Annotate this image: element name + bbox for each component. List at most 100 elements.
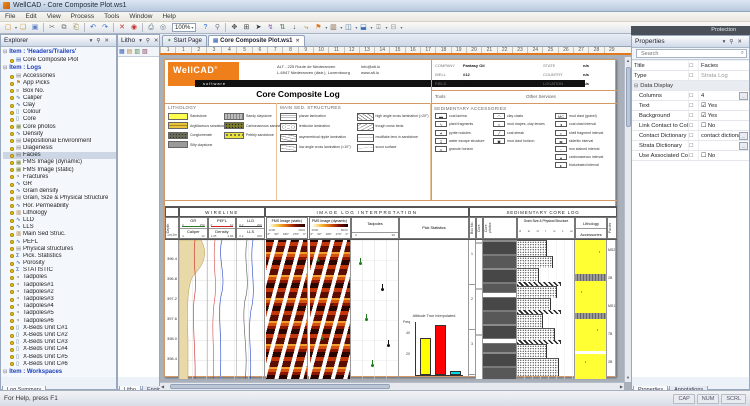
sidebar-item-lithology[interactable]: ▥ Lithology bbox=[3, 210, 116, 217]
sidebar-item-tadpoles-3[interactable]: ◔ Tadpoles#3 bbox=[3, 296, 116, 303]
menu-help[interactable]: Help bbox=[157, 13, 180, 20]
sidebar-item-grain-size-physical-structure[interactable]: ▤ Grain, Size & Physical Structure bbox=[3, 195, 116, 202]
property-value[interactable]: ☐ No bbox=[698, 121, 749, 130]
sidebar-item-lls[interactable]: ∿ LLS bbox=[3, 224, 116, 231]
visibility-bulb-icon[interactable] bbox=[10, 81, 14, 86]
toolbar-dropdown-icon[interactable]: ▾ bbox=[400, 25, 402, 30]
toolbar-icon-30[interactable]: ⬓ bbox=[358, 23, 368, 33]
visibility-bulb-icon[interactable] bbox=[10, 161, 14, 166]
zoom-dropdown-icon[interactable]: ▾ bbox=[191, 25, 193, 30]
search-box[interactable]: ⌕ bbox=[636, 49, 747, 58]
toolbar-icon-24[interactable]: ⇅ bbox=[277, 23, 287, 33]
litho-btn-1[interactable]: ⚲ bbox=[144, 38, 152, 44]
property-checkbox[interactable]: ☐ bbox=[688, 101, 698, 110]
ellipsis-button[interactable]: ... bbox=[739, 132, 748, 140]
visibility-bulb-icon[interactable] bbox=[10, 110, 14, 115]
property-value[interactable] bbox=[698, 141, 739, 150]
checked-checkbox-icon[interactable]: ☑ bbox=[701, 103, 708, 109]
toolbar-dropdown-icon[interactable]: ▾ bbox=[325, 25, 327, 30]
sidebar-item-fms-image-static[interactable]: ▦ FMS Image (static) bbox=[3, 167, 116, 174]
sidebar-item-tadpoles-6[interactable]: ◔ Tadpoles#6 bbox=[3, 318, 116, 325]
toolbar-icon-21[interactable]: ⊞ bbox=[241, 23, 251, 33]
property-checkbox[interactable]: ☐ bbox=[688, 91, 698, 100]
toolbar-icon-27[interactable]: ⚑ bbox=[313, 23, 323, 33]
toolbar-icon-4[interactable]: ✂ bbox=[47, 23, 57, 33]
sidebar-item-x-beds-unit-c-2[interactable]: ▯ X-Beds Unit C#2 bbox=[3, 332, 116, 339]
properties-header-buttons[interactable]: ▾ ⚲ ✕ bbox=[719, 39, 746, 45]
toolbar-icon-11[interactable]: ✕ bbox=[117, 23, 127, 33]
toolbar-dropdown-icon[interactable]: ▾ bbox=[15, 25, 17, 30]
property-checkbox[interactable]: ☐ bbox=[688, 111, 698, 120]
sidebar-item-fractures[interactable]: ◔ Fractures bbox=[3, 174, 116, 181]
explorer-btn-2[interactable]: ✕ bbox=[102, 38, 111, 44]
toolbar-icon-26[interactable]: ⤷ bbox=[301, 23, 311, 33]
tree-section-item-headers-trailers[interactable]: ⊟ Item : 'Headers/Trailers' bbox=[3, 48, 116, 57]
toolbar-icon-6[interactable]: ⎗ bbox=[71, 23, 81, 33]
toolbar-icon-29[interactable]: ◫ bbox=[343, 23, 353, 33]
visibility-bulb-icon[interactable] bbox=[10, 240, 14, 245]
visibility-bulb-icon[interactable] bbox=[10, 182, 14, 187]
collapse-icon[interactable]: ⊟ bbox=[634, 81, 638, 90]
sidebar-item-core[interactable]: ▯ Core bbox=[3, 116, 116, 123]
sidebar-item-pick-statistics[interactable]: Σ Pick. Statistics bbox=[3, 253, 116, 260]
litho-toolbar-icon-3[interactable]: ▧ bbox=[142, 48, 148, 55]
toolbar-icon-8[interactable]: ↶ bbox=[88, 23, 98, 33]
visibility-bulb-icon[interactable] bbox=[10, 290, 14, 295]
toolbar-icon-23[interactable]: ↯ bbox=[265, 23, 275, 33]
visibility-bulb-icon[interactable] bbox=[10, 355, 14, 360]
toolbar-icon-28[interactable]: ▥ bbox=[328, 23, 338, 33]
visibility-bulb-icon[interactable] bbox=[10, 132, 14, 137]
litho-header-buttons[interactable]: ▾ ⚲ ✕ bbox=[135, 38, 162, 44]
toolbar-icon-32[interactable]: ⊟ bbox=[388, 23, 398, 33]
collapse-icon[interactable]: ⊟ bbox=[3, 65, 7, 71]
visibility-bulb-icon[interactable] bbox=[10, 254, 14, 259]
menu-window[interactable]: Window bbox=[124, 13, 157, 20]
visibility-bulb-icon[interactable] bbox=[10, 268, 14, 273]
menu-tools[interactable]: Tools bbox=[99, 13, 124, 20]
toolbar-icon-0[interactable]: ▢ bbox=[3, 23, 13, 33]
property-row-title[interactable]: Title ☐ Facies bbox=[632, 61, 749, 71]
property-value[interactable]: Strata Log bbox=[698, 71, 749, 80]
litho-btn-0[interactable]: ▾ bbox=[137, 38, 144, 44]
zoom-level-combo[interactable]: 100% ▾ bbox=[172, 23, 197, 32]
document-tab-start-page[interactable]: ✦ Start Page bbox=[162, 35, 207, 46]
visibility-bulb-icon[interactable] bbox=[10, 326, 14, 331]
property-value[interactable]: Facies bbox=[698, 61, 749, 70]
toolbar-icon-25[interactable]: ↓ bbox=[289, 23, 299, 33]
sidebar-item-gr[interactable]: ∿ GR bbox=[3, 181, 116, 188]
sidebar-item-tadpoles-5[interactable]: ◔ Tadpoles#5 bbox=[3, 310, 116, 317]
sidebar-item-hor-permeability[interactable]: ∿ Hor. Permeability bbox=[3, 203, 116, 210]
property-row-link-contact-to-col[interactable]: Link Contact to Col... ☐ ☐ No bbox=[632, 121, 749, 131]
sidebar-item-x-beds-unit-c-6[interactable]: ▯ X-Beds Unit C#6 bbox=[3, 361, 116, 368]
visibility-bulb-icon[interactable] bbox=[10, 153, 14, 158]
toolbar-icon-2[interactable]: ▣ bbox=[30, 23, 40, 33]
log-body[interactable]: 396.4 396.8 397.2 397.6 398.0 398.4 ➤ ➤ … bbox=[165, 239, 617, 379]
visibility-bulb-icon[interactable] bbox=[10, 175, 14, 180]
visibility-bulb-icon[interactable] bbox=[10, 96, 14, 101]
property-row-contact-dictionary[interactable]: Contact Dictionary☐contact dictionary... bbox=[632, 131, 749, 141]
sidebar-item-grain-density[interactable]: ∿ Grain density bbox=[3, 188, 116, 195]
sidebar-item-tadpoles-1[interactable]: ◔ Tadpoles#1 bbox=[3, 282, 116, 289]
sidebar-item-x-beds-unit-c-5[interactable]: ▯ X-Beds Unit C#5 bbox=[3, 354, 116, 361]
visibility-bulb-icon[interactable] bbox=[10, 146, 14, 151]
sidebar-item-main-sed-struc[interactable]: ▥ Main Sed Struc. bbox=[3, 231, 116, 238]
toolbar-icon-15[interactable]: ◎ bbox=[158, 23, 168, 33]
toolbar-icon-5[interactable]: ⧉ bbox=[59, 23, 69, 33]
visibility-bulb-icon[interactable] bbox=[10, 196, 14, 201]
litho-header[interactable]: Litho ▾ ⚲ ✕ bbox=[118, 35, 159, 47]
visibility-bulb-icon[interactable] bbox=[10, 362, 14, 367]
toolbar-icon-14[interactable]: ⎙ bbox=[146, 23, 156, 33]
toolbar-dropdown-icon[interactable]: ▾ bbox=[355, 25, 357, 30]
visibility-bulb-icon[interactable] bbox=[10, 340, 14, 345]
litho-toolbar-icon-2[interactable]: ▥ bbox=[134, 48, 140, 55]
tree-section-item-logs[interactable]: ⊟ Item : Logs bbox=[3, 64, 116, 73]
sidebar-item-x-beds-unit-c-4[interactable]: ▯ X-Beds Unit C#4 bbox=[3, 346, 116, 353]
document-tab-core-composite-plot-ws1[interactable]: ▤ Core Composite Plot.ws1 ✕ bbox=[207, 35, 305, 46]
property-row-strata-dictionary[interactable]: Strata Dictionary ☐... bbox=[632, 141, 749, 151]
litho-list[interactable] bbox=[118, 57, 159, 377]
tab-close-icon[interactable]: ✕ bbox=[296, 38, 300, 44]
ellipsis-button[interactable]: ... bbox=[739, 92, 748, 100]
visibility-bulb-icon[interactable] bbox=[10, 311, 14, 316]
document-view[interactable]: WellCAD® software ALT - 225 Route de Nie… bbox=[160, 57, 624, 382]
sidebar-item-x-beds-unit-c-1[interactable]: ▯ X-Beds Unit C#1 bbox=[3, 325, 116, 332]
